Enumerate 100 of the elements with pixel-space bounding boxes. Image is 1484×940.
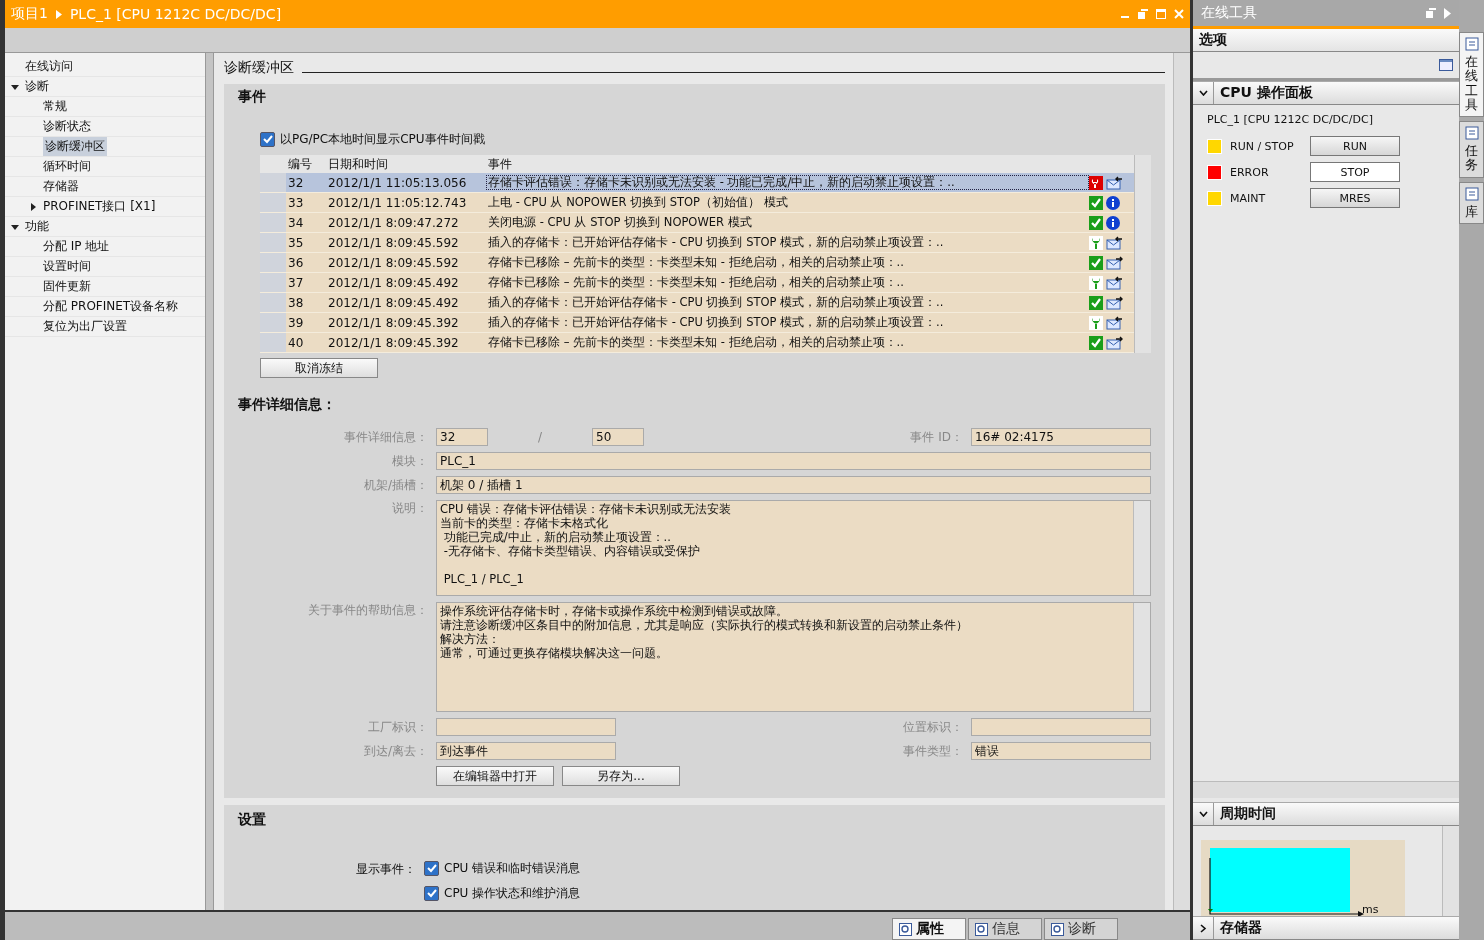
section-header[interactable]: 存储器 [1193, 916, 1459, 940]
table-cell-text: 38 [287, 295, 305, 310]
mode-button[interactable]: MRES [1310, 188, 1400, 208]
section-header[interactable]: CPU 操作面板 [1193, 81, 1459, 105]
text-area[interactable]: 操作系统评估存储卡时，存储卡或操作系统中检测到错误或故障。 请注意诊断缓冲区条目中的附加信息，尤其是响应（实际执行的模式转换和新设置的启动禁止条件） 解决方法： 通常，可通过更换存储模块解决这一问题。 [436, 602, 1151, 712]
table-cell-text: 2012/1/1 8:09:45.392 [328, 315, 460, 330]
table-cell-text: 34 [287, 215, 305, 230]
nav-item[interactable]: 存储器 [5, 177, 205, 197]
text-area[interactable]: CPU 错误：存储卡评估错误：存储卡未识别或无法安装 当前卡的类型：存储卡未格式化 功能已完成/中止，新的启动禁止项设置：.. -无存储卡、存储卡类型错误、内容错误或受保护 PLC_1 / PLC_1 [436, 500, 1151, 596]
checkbox[interactable] [260, 131, 275, 147]
table-cell-text: 2012/1/1 11:05:12.743 [328, 195, 468, 210]
nav-item[interactable]: 复位为出厂设置 [5, 317, 205, 337]
field-label: 位置标识： [903, 718, 963, 736]
table-cell-text: 2012/1/1 8:09:45.492 [328, 295, 460, 310]
input-field[interactable] [436, 718, 616, 736]
field-label: 说明： [391, 500, 428, 517]
nav-item[interactable]: 循环时间 [5, 157, 205, 177]
field-label: 模块： [391, 452, 428, 470]
side-tab[interactable]: 任务 [1459, 121, 1484, 178]
restore-icon[interactable] [1138, 9, 1148, 19]
action-button[interactable]: 另存为... [562, 766, 680, 786]
input-field[interactable]: 到达事件 [436, 742, 616, 760]
input-field[interactable] [971, 718, 1151, 736]
table-cell-text: 32 [287, 175, 305, 190]
expand-triangle-icon[interactable] [11, 222, 19, 231]
table-cell-text: 33 [287, 195, 305, 210]
arrow-right-icon[interactable] [1444, 7, 1451, 19]
checkbox[interactable] [424, 885, 439, 901]
device-name: PLC_1 [CPU 1212C DC/DC/DC] [1207, 113, 1374, 128]
nav-item[interactable]: 诊断缓冲区 [5, 137, 205, 157]
table-cell-text: 2012/1/1 11:05:13.056 [328, 175, 468, 190]
nav-item[interactable]: PROFINET接口 [X1] [5, 197, 205, 217]
panel-title: 事件详细信息： [238, 396, 337, 414]
field-label: 事件 ID： [910, 428, 963, 446]
event-row[interactable]: 39 2012/1/1 8:09:45.392 插入的存储卡：已开始评估存储卡 - CPU 切换到 STOP 模式，新的启动禁止项设置：.. [260, 313, 1134, 333]
input-field[interactable]: 错误 [971, 742, 1151, 760]
event-row[interactable]: 40 2012/1/1 8:09:45.392 存储卡已移除 – 先前卡的类型：卡类型未知 - 拒绝启动，相关的启动禁止项：.. [260, 333, 1134, 353]
table-cell-text: 39 [287, 315, 305, 330]
nav-item[interactable]: 功能 [5, 217, 205, 237]
section-heading: 诊断缓冲区 [224, 59, 294, 77]
bottom-tab[interactable]: 信息 [968, 918, 1042, 940]
panel-title: 设置 [238, 811, 267, 829]
expand-triangle-icon[interactable] [29, 202, 37, 211]
nav-item[interactable]: 分配 PROFINET设备名称 [5, 297, 205, 317]
scrollbar[interactable] [1193, 781, 1459, 798]
nav-item[interactable]: 在线访问 [5, 57, 205, 77]
table-cell-text: 插入的存储卡：已开始评估存储卡 - CPU 切换到 STOP 模式，新的启动禁止项设置：.. [487, 315, 945, 330]
nav-item[interactable]: 设置时间 [5, 257, 205, 277]
section-header[interactable]: 周期时间 [1193, 802, 1459, 826]
restore-icon[interactable] [1426, 8, 1436, 18]
event-row[interactable]: 34 2012/1/1 8:09:47.272 关闭电源 - CPU 从 STOP 切换到 NOPOWER 模式 [260, 213, 1134, 233]
panel-title: 事件 [238, 88, 267, 106]
mode-button[interactable]: STOP [1310, 162, 1400, 182]
table-cell-text: 2012/1/1 8:09:45.492 [328, 275, 460, 290]
side-tab[interactable]: 库 [1459, 181, 1484, 225]
nav-item[interactable]: 诊断 [5, 77, 205, 97]
chevron-icon[interactable] [1198, 90, 1208, 96]
table-cell-text: 37 [287, 275, 305, 290]
window-icon[interactable] [1439, 59, 1453, 71]
unfreeze-button[interactable]: 取消冻结 [260, 358, 378, 378]
chevron-icon[interactable] [1198, 811, 1208, 817]
column-header[interactable]: 编号 [286, 155, 328, 173]
checkbox[interactable] [424, 860, 439, 876]
nav-item[interactable]: 常规 [5, 97, 205, 117]
action-button[interactable]: 在编辑器中打开 [436, 766, 554, 786]
column-header[interactable]: 日期和时间 [328, 155, 486, 173]
input-field[interactable]: 16# 02:4175 [971, 428, 1151, 446]
bottom-tab[interactable]: 属性 [892, 918, 966, 940]
field-label: 机架/插槽： [362, 476, 428, 494]
table-cell-text: 2012/1/1 8:09:47.272 [328, 215, 460, 230]
led-label: ERROR [1229, 165, 1270, 179]
splitter[interactable] [205, 53, 214, 910]
chevron-icon[interactable] [1198, 923, 1208, 933]
close-icon[interactable] [1174, 9, 1184, 19]
scrollbar[interactable] [1134, 155, 1151, 353]
mode-button[interactable]: RUN [1310, 136, 1400, 156]
led-label: RUN / STOP [1229, 139, 1295, 153]
bottom-tab[interactable]: 诊断 [1044, 918, 1118, 940]
input-field[interactable]: 50 [592, 428, 644, 446]
event-row[interactable]: 38 2012/1/1 8:09:45.492 插入的存储卡：已开始评估存储卡 - CPU 切换到 STOP 模式，新的启动禁止项设置：.. [260, 293, 1134, 313]
expand-triangle-icon[interactable] [11, 82, 19, 91]
table-cell-text: 插入的存储卡：已开始评估存储卡 - CPU 切换到 STOP 模式，新的启动禁止项设置：.. [487, 295, 945, 310]
scrollbar[interactable] [1173, 53, 1190, 910]
event-row[interactable]: 32 2012/1/1 11:05:13.056 存储卡评估错误：存储卡未识别或无法安装 - 功能已完成/中止，新的启动禁止项设置：.. [260, 173, 1134, 193]
event-row[interactable]: 36 2012/1/1 8:09:45.592 存储卡已移除 – 先前卡的类型：卡类型未知 - 拒绝启动，相关的启动禁止项：.. [260, 253, 1134, 273]
side-tab[interactable]: 在线工具 [1459, 32, 1484, 118]
maximize-icon[interactable] [1156, 9, 1166, 19]
table-cell-text: 存储卡已移除 – 先前卡的类型：卡类型未知 - 拒绝启动，相关的启动禁止项：.. [487, 275, 905, 290]
table-cell-text: 2012/1/1 8:09:45.392 [328, 335, 460, 350]
scrollbar[interactable] [1442, 826, 1459, 916]
event-row[interactable]: 33 2012/1/1 11:05:12.743 上电 - CPU 从 NOPOWER 切换到 STOP（初始值） 模式 [260, 193, 1134, 213]
event-row[interactable]: 35 2012/1/1 8:09:45.592 插入的存储卡：已开始评估存储卡 - CPU 切换到 STOP 模式，新的启动禁止项设置：.. [260, 233, 1134, 253]
column-header[interactable]: 事件 [486, 155, 1098, 173]
input-field[interactable]: 32 [436, 428, 488, 446]
checkbox-label: CPU 错误和临时错误消息 [444, 859, 581, 877]
input-field[interactable]: PLC_1 [436, 452, 1151, 470]
nav-item[interactable]: 固件更新 [5, 277, 205, 297]
event-row[interactable]: 37 2012/1/1 8:09:45.492 存储卡已移除 – 先前卡的类型：卡类型未知 - 拒绝启动，相关的启动禁止项：.. [260, 273, 1134, 293]
nav-item[interactable]: 分配 IP 地址 [5, 237, 205, 257]
input-field[interactable]: 机架 0 / 插槽 1 [436, 476, 1151, 494]
